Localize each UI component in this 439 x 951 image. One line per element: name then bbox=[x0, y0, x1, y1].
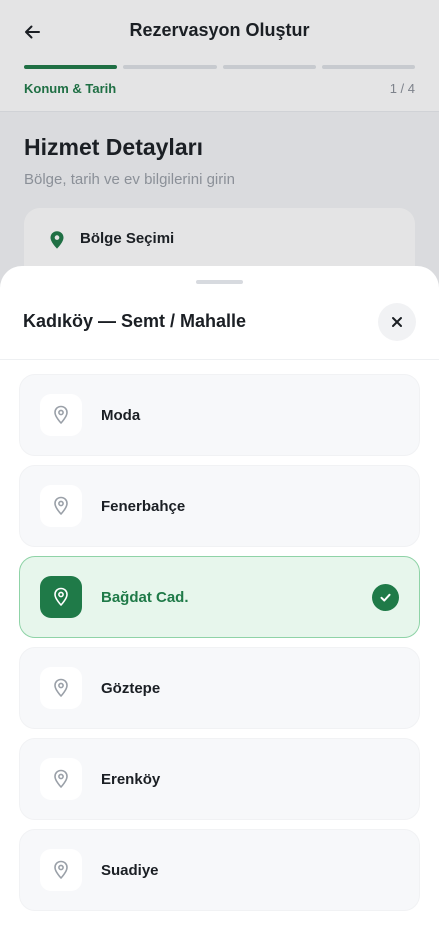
list-item-label: Bağdat Cad. bbox=[101, 588, 189, 606]
list-item-label: Suadiye bbox=[101, 861, 159, 879]
list-item-0[interactable]: Moda bbox=[19, 374, 420, 456]
list-item-label: Göztepe bbox=[101, 679, 161, 697]
pin-icon-box bbox=[40, 758, 82, 800]
list-item-label: Moda bbox=[101, 406, 141, 424]
list-item-4[interactable]: Erenköy bbox=[19, 738, 420, 820]
list-item-label: Fenerbahçe bbox=[101, 497, 186, 515]
close-button[interactable] bbox=[378, 303, 416, 341]
map-pin-icon bbox=[54, 405, 68, 424]
sheet-title: Kadıköy — Semt / Mahalle bbox=[23, 311, 247, 331]
map-pin-icon bbox=[54, 587, 68, 606]
list-item-3[interactable]: Göztepe bbox=[19, 647, 420, 729]
neighborhood-list: Moda Fenerbahçe Bağdat Cad. Göztepe Eren… bbox=[19, 374, 420, 920]
list-item-1[interactable]: Fenerbahçe bbox=[19, 465, 420, 547]
pin-icon-box bbox=[40, 849, 82, 891]
district-bottom-sheet: Kadıköy — Semt / Mahalle Moda Fenerbahçe bbox=[0, 266, 439, 951]
map-pin-icon bbox=[54, 860, 68, 879]
pin-icon-box bbox=[40, 576, 82, 618]
pin-icon-box bbox=[40, 394, 82, 436]
map-pin-icon bbox=[54, 769, 68, 788]
map-pin-icon bbox=[54, 678, 68, 697]
close-icon bbox=[392, 317, 402, 327]
list-item-2[interactable]: Bağdat Cad. bbox=[19, 556, 420, 638]
sheet-divider bbox=[0, 359, 439, 360]
selected-check-badge bbox=[372, 584, 399, 611]
list-item-label: Erenköy bbox=[101, 770, 161, 788]
map-pin-icon bbox=[54, 496, 68, 515]
pin-icon-box bbox=[40, 485, 82, 527]
sheet-drag-handle[interactable] bbox=[196, 280, 243, 284]
check-icon bbox=[380, 593, 391, 602]
pin-icon-box bbox=[40, 667, 82, 709]
list-item-5[interactable]: Suadiye bbox=[19, 829, 420, 911]
